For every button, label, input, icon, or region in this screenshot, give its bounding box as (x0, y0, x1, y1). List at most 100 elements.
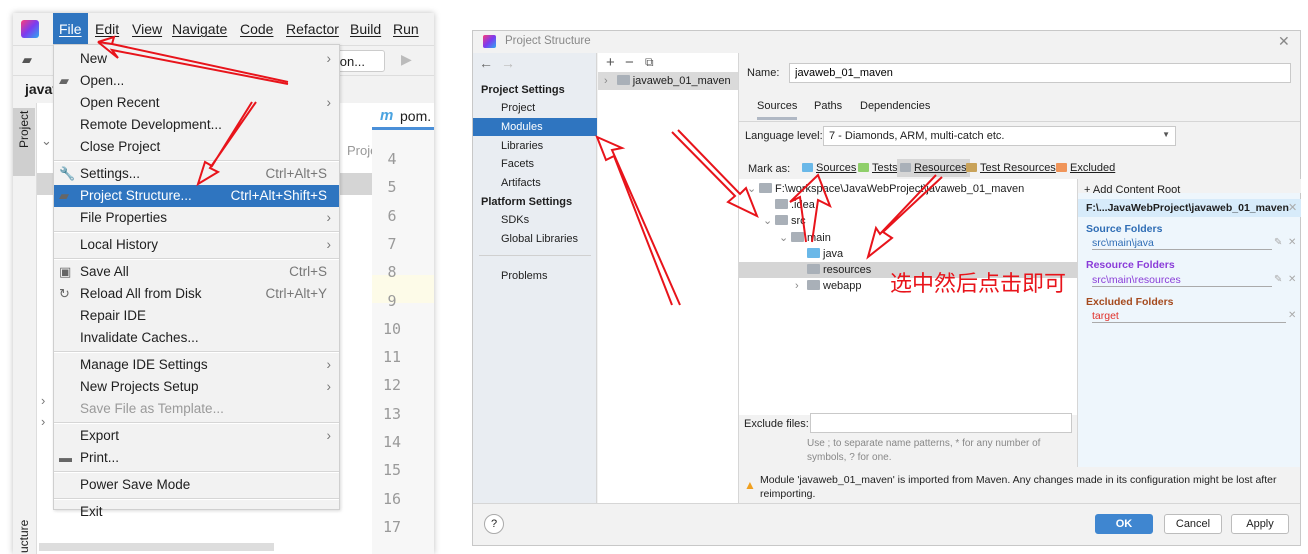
tree-node[interactable]: ⌄ src (739, 213, 1077, 229)
tab-sources[interactable]: Sources (757, 100, 798, 120)
language-level-select[interactable]: 7 - Diamonds, ARM, multi-catch etc. ▼ (823, 126, 1176, 146)
tree-node[interactable]: ⌄ main (739, 230, 1077, 246)
sidebar-item-modules[interactable]: Modules (473, 118, 597, 136)
chevron-down-icon[interactable]: ⌄ (763, 213, 775, 229)
exclude-files-input[interactable] (810, 413, 1072, 433)
remove-icon[interactable]: ✕ (1288, 310, 1296, 321)
mark-as-test-resources-button[interactable]: Test Resources (963, 159, 1059, 177)
excluded-folder-item[interactable]: target (1092, 310, 1286, 323)
menu-file[interactable]: File (53, 13, 88, 46)
run-icon[interactable]: ▶ (401, 51, 412, 68)
add-icon[interactable]: + (606, 54, 615, 71)
chevron-down-icon[interactable]: ⌄ (747, 181, 759, 197)
menu-item-manage-ide-settings[interactable]: Manage IDE Settings › (54, 354, 339, 376)
forward-arrow-icon[interactable]: → (501, 55, 515, 71)
save-icon: ▣ (59, 264, 72, 279)
line-number: 13 (382, 404, 402, 423)
sidebar-item-global-libraries[interactable]: Global Libraries (473, 230, 597, 248)
copy-icon[interactable]: ⧉ (645, 55, 654, 70)
menu-item-label: File Properties (80, 210, 168, 225)
chevron-right-icon[interactable]: › (41, 414, 45, 429)
line-number: 14 (382, 433, 402, 451)
menu-item-export[interactable]: Export › (54, 425, 339, 447)
edit-icon[interactable]: ✎ (1274, 274, 1282, 285)
mark-as-resources-button[interactable]: Resources (897, 159, 970, 177)
reload-icon: ↻ (59, 286, 70, 301)
sidebar-item-libraries[interactable]: Libraries (473, 137, 597, 155)
horizontal-scrollbar[interactable] (39, 543, 274, 551)
editor-tab-pom[interactable]: m pom. (372, 103, 434, 130)
chevron-right-icon: › (604, 75, 608, 87)
ok-button[interactable]: OK (1095, 514, 1153, 534)
resource-folder-item[interactable]: src\main\resources (1092, 274, 1272, 287)
menu-item-remote-development[interactable]: Remote Development... (54, 114, 339, 136)
menu-code[interactable]: Code (240, 21, 273, 37)
add-content-root-button[interactable]: + Add Content Root (1084, 184, 1180, 196)
tab-paths[interactable]: Paths (814, 100, 842, 112)
sidebar-item-artifacts[interactable]: Artifacts (473, 174, 597, 192)
close-icon[interactable]: ✕ (1278, 33, 1290, 50)
menu-item-new-projects-setup[interactable]: New Projects Setup › (54, 376, 339, 398)
sidebar-item-sdks[interactable]: SDKs (473, 211, 597, 229)
chevron-right-icon[interactable]: › (795, 278, 807, 294)
tab-dependencies[interactable]: Dependencies (860, 100, 930, 112)
menu-item-close-project[interactable]: Close Project (54, 136, 339, 158)
sidebar-item-problems[interactable]: Problems (473, 267, 597, 285)
menu-item-local-history[interactable]: Local History › (54, 234, 339, 256)
tree-node-label: main (807, 231, 831, 244)
open-folder-icon[interactable]: ▰ (22, 52, 32, 68)
menu-item-file-properties[interactable]: File Properties › (54, 207, 339, 229)
project-tool-window-tab[interactable]: Project (13, 108, 35, 176)
menu-item-open[interactable]: ▰ Open... (54, 70, 339, 92)
mark-as-sources-button[interactable]: Sources (799, 159, 859, 177)
tree-node[interactable]: ⌄ F:\workspace\JavaWebProject\javaweb_01_… (739, 181, 1077, 197)
content-root-path[interactable]: F:\...JavaWebProject\javaweb_01_maven (1078, 199, 1301, 217)
menu-item-reload-all-from-disk[interactable]: ↻ Reload All from Disk Ctrl+Alt+Y (54, 283, 339, 305)
remove-icon[interactable]: ✕ (1288, 274, 1296, 285)
chevron-down-icon[interactable]: ⌄ (779, 230, 791, 246)
tree-node[interactable]: .idea (739, 197, 1077, 213)
chevron-right-icon: › (326, 428, 332, 443)
menu-edit[interactable]: Edit (95, 21, 119, 37)
remove-icon[interactable]: − (625, 54, 634, 71)
menu-item-invalidate-caches[interactable]: Invalidate Caches... (54, 327, 339, 349)
menu-item-label: Open Recent (80, 95, 160, 110)
module-list: + − ⧉ › javaweb_01_maven (598, 53, 739, 503)
menu-item-repair-ide[interactable]: Repair IDE (54, 305, 339, 327)
name-input[interactable] (789, 63, 1291, 83)
apply-button[interactable]: Apply (1231, 514, 1289, 534)
sidebar-item-project[interactable]: Project (473, 99, 597, 117)
mark-as-excluded-button[interactable]: Excluded (1053, 159, 1118, 177)
remove-root-icon[interactable]: ✕ (1288, 201, 1297, 214)
module-item[interactable]: › javaweb_01_maven (598, 72, 738, 90)
menu-item-exit[interactable]: Exit (54, 501, 339, 523)
menu-run[interactable]: Run (393, 21, 419, 37)
back-arrow-icon[interactable]: ← (479, 55, 493, 71)
help-button[interactable]: ? (484, 514, 504, 534)
language-level-label: Language level: (745, 130, 823, 142)
menu-navigate[interactable]: Navigate (172, 21, 227, 37)
menu-item-new[interactable]: New › (54, 48, 339, 70)
menu-build[interactable]: Build (350, 21, 381, 37)
cancel-button[interactable]: Cancel (1164, 514, 1222, 534)
menu-view[interactable]: View (132, 21, 162, 37)
menu-item-open-recent[interactable]: Open Recent › (54, 92, 339, 114)
menu-item-save-all[interactable]: ▣ Save All Ctrl+S (54, 261, 339, 283)
tree-node[interactable]: java (739, 246, 1077, 262)
structure-tab-label[interactable]: ucture (17, 520, 31, 553)
menu-item-power-save-mode[interactable]: Power Save Mode (54, 474, 339, 496)
chevron-down-icon[interactable]: ⌄ (41, 133, 52, 149)
menu-item-project-structure[interactable]: ▰ Project Structure... Ctrl+Alt+Shift+S (54, 185, 339, 207)
edit-icon[interactable]: ✎ (1274, 237, 1282, 248)
remove-icon[interactable]: ✕ (1288, 237, 1296, 248)
menu-refactor[interactable]: Refactor (286, 21, 339, 37)
mark-as-tests-button[interactable]: Tests (855, 159, 901, 177)
menu-item-label: Export (80, 428, 120, 443)
dialog-title-bar: Project Structure ✕ (473, 31, 1300, 53)
menu-item-settings[interactable]: 🔧 Settings... Ctrl+Alt+S (54, 163, 339, 185)
chevron-right-icon[interactable]: › (41, 393, 45, 408)
sidebar-item-facets[interactable]: Facets (473, 155, 597, 173)
source-folder-item[interactable]: src\main\java (1092, 237, 1272, 250)
menu-item-print[interactable]: ▬ Print... (54, 447, 339, 469)
settings-sidebar: ← → Project Settings Project Modules Lib… (473, 53, 597, 503)
